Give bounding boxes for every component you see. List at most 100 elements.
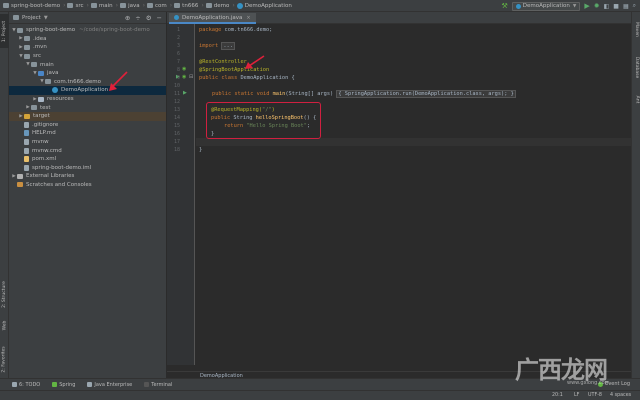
tree-item[interactable]: ▶ target: [9, 111, 166, 121]
indent-setting[interactable]: 4 spaces: [610, 393, 631, 398]
line-number: 16: [173, 131, 180, 137]
watermark-url: www.gxlong.com: [567, 380, 610, 386]
breadcrumb-item[interactable]: com ›: [147, 2, 172, 9]
breadcrumb-item[interactable]: main ›: [90, 2, 119, 9]
line-separator[interactable]: LF: [574, 393, 579, 398]
tab-spring-tool[interactable]: Spring: [52, 382, 75, 388]
tab-ant-tool-label: Ant: [633, 95, 639, 103]
spring-bean-icon[interactable]: ◉: [182, 66, 186, 72]
tree-item[interactable]: ▼ spring-boot-demo ~/code/spring-boot-demo: [9, 26, 166, 35]
caret-position[interactable]: 20:1: [552, 393, 563, 398]
folder-icon: [13, 15, 19, 20]
tree-item[interactable]: DemoApplication: [9, 86, 166, 95]
tree-item-path: ~/code/spring-boot-demo: [79, 27, 150, 34]
tree-item[interactable]: ▶ .idea: [9, 35, 166, 44]
debug-icon[interactable]: ✹: [594, 2, 600, 10]
tab-maven-tool[interactable]: Maven: [632, 18, 640, 40]
tab-todo-tool[interactable]: 6: TODO: [12, 382, 40, 388]
run-configuration-select[interactable]: DemoApplication ▼: [511, 1, 581, 11]
spring-icon: [52, 382, 58, 387]
tree-item[interactable]: ▼ main: [9, 60, 166, 69]
run-main-icon[interactable]: ▶: [183, 90, 187, 96]
close-icon[interactable]: ×: [246, 15, 250, 21]
collapse-all-icon[interactable]: ÷: [135, 14, 140, 22]
tree-item-label: spring-boot-demo: [26, 27, 76, 34]
folded-imports[interactable]: ...: [221, 42, 235, 50]
code-keyword: package: [199, 27, 225, 33]
tree-item-label: resources: [47, 96, 74, 103]
project-structure-icon[interactable]: ▦: [623, 3, 629, 10]
breadcrumb-item[interactable]: tn666 ›: [174, 2, 204, 9]
breadcrumb-item[interactable]: spring-boot-demo ›: [3, 2, 65, 9]
line-number: 12: [173, 99, 180, 105]
tab-terminal-label: Terminal: [151, 381, 173, 388]
tree-item[interactable]: mvnw: [9, 138, 166, 147]
tree-item[interactable]: spring-boot-demo.iml: [9, 164, 166, 173]
tree-item[interactable]: pom.xml: [9, 155, 166, 164]
tree-item[interactable]: mvnw.cmd: [9, 146, 166, 155]
code-editor[interactable]: package com.tn666.demo; import ... @Rest…: [196, 24, 631, 365]
tree-item[interactable]: ▶ .mvn: [9, 43, 166, 52]
run-icon[interactable]: ▶: [584, 2, 589, 10]
breadcrumb-label: src: [75, 2, 84, 9]
chevron-down-icon[interactable]: ▼: [44, 15, 48, 21]
tree-item[interactable]: Scratches and Consoles: [9, 181, 166, 190]
line-number: 11: [173, 91, 180, 97]
class-icon: [515, 3, 521, 9]
build-hammer-icon[interactable]: ⚒: [502, 2, 508, 10]
tab-database-tool[interactable]: Database: [632, 52, 640, 82]
file-encoding[interactable]: UTF-8: [588, 393, 602, 398]
tree-item-label: .gitignore: [32, 121, 59, 128]
tree-item[interactable]: HELP.md: [9, 129, 166, 138]
tab-java-enterprise-tool[interactable]: Java Enterprise: [87, 382, 132, 388]
tab-spring-label: Spring: [59, 381, 76, 388]
stop-icon[interactable]: ■: [613, 3, 619, 10]
tree-item[interactable]: ▶ test: [9, 103, 166, 112]
line-number: 6: [176, 51, 180, 57]
project-panel-title[interactable]: Project: [22, 15, 41, 21]
tab-structure-tool-label: 2: Structure: [2, 280, 7, 308]
spring-bean-icon[interactable]: ◉: [182, 74, 186, 80]
breadcrumb-item[interactable]: DemoApplication: [236, 2, 292, 9]
fold-icon[interactable]: ⊟: [189, 74, 193, 80]
tree-item[interactable]: ▼ java: [9, 69, 166, 78]
tab-web-tool[interactable]: Web: [0, 316, 9, 334]
project-panel-header: Project ▼ ⊕ ÷ ⚙ −: [9, 12, 166, 24]
breadcrumb-item[interactable]: java ›: [120, 2, 145, 9]
coverage-icon[interactable]: ◧: [604, 3, 610, 10]
tree-item[interactable]: ▶ resources: [9, 95, 166, 104]
hide-icon[interactable]: −: [157, 14, 162, 22]
chevron-right-icon: ›: [232, 2, 235, 9]
search-everywhere-icon[interactable]: ⌕: [633, 2, 636, 10]
tree-item[interactable]: ▶ External Libraries: [9, 172, 166, 181]
breadcrumb-item[interactable]: demo ›: [205, 2, 235, 9]
breadcrumb-item[interactable]: src ›: [67, 2, 89, 9]
tree-item-label: pom.xml: [32, 156, 57, 163]
class-icon: [174, 15, 179, 20]
tree-item[interactable]: .gitignore: [9, 121, 166, 130]
tab-favorites-tool[interactable]: 2: Favorites: [0, 342, 9, 376]
locate-icon[interactable]: ⊕: [125, 14, 130, 22]
tab-project-tool[interactable]: 1: Project: [0, 14, 9, 48]
chevron-right-icon: ›: [201, 2, 204, 9]
line-number: 14: [173, 115, 180, 121]
right-tool-strip: Maven Database Ant: [631, 12, 640, 378]
chevron-right-icon: ›: [115, 2, 119, 9]
line-number: 13: [173, 107, 180, 113]
tree-item-label: java: [47, 70, 59, 77]
tab-terminal-tool[interactable]: Terminal: [144, 382, 172, 388]
folded-method-body[interactable]: { SpringApplication.run(DemoApplication.…: [336, 90, 516, 98]
tab-demoapplication-java[interactable]: DemoApplication.java ×: [169, 13, 256, 24]
tab-structure-tool[interactable]: 2: Structure: [0, 274, 9, 314]
tree-item[interactable]: ▼ src: [9, 52, 166, 61]
scr-icon: [17, 182, 23, 188]
line-number: 7: [176, 59, 180, 65]
tree-item[interactable]: ▼ com.tn666.demo: [9, 78, 166, 87]
editor-gutter: ◉ ◉ ▶ ▶ ⊟ 1 2 3 6 7 8 9 10 11 12 13 14 15 16 17 18: [167, 24, 195, 365]
tab-ant-tool[interactable]: Ant: [632, 92, 640, 106]
line-number: 18: [173, 147, 180, 153]
gear-icon[interactable]: ⚙: [146, 14, 152, 22]
status-bar: 20:1 LF UTF-8 4 spaces: [0, 390, 640, 400]
line-number: 17: [173, 139, 180, 145]
folder-icon: [120, 3, 127, 8]
